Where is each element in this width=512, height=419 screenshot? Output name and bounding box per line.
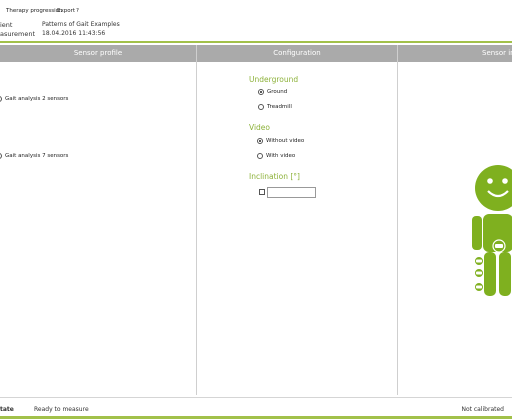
column-divider [397,45,398,395]
figure-right-leg [499,252,511,296]
menu-therapy-progression[interactable]: Therapy progression [6,8,62,14]
radio-label: With video [266,153,296,159]
video-with[interactable]: With video [257,153,295,159]
figure-head [475,165,512,211]
measurement-label: asurement [0,30,36,38]
menu-bar: Therapy progression Export ? [0,0,512,17]
calibration-status: Not calibrated [461,406,504,413]
radio-label: Gait analysis 2 sensors [5,96,69,102]
radio-indicator [0,153,2,159]
underground-treadmill[interactable]: Treadmill [258,104,292,110]
sensor-icon-hand-middle [474,268,484,278]
radio-label: Treadmill [267,104,292,110]
sensor-figure [472,165,512,296]
figure-left-leg [484,252,496,296]
status-divider [0,397,512,398]
inclination-input[interactable] [267,187,316,198]
figure-right-eye [502,178,508,184]
radio-indicator [258,104,264,110]
status-text: Ready to measure [34,406,89,413]
underground-title: Underground [249,75,299,84]
measurement-value: 18.04.2016 11:43:56 [42,30,106,37]
sensor-icon-hand-upper [474,256,484,266]
column-divider [196,45,197,395]
radio-indicator [257,138,263,144]
patient-value: Patterns of Gait Examples [42,21,120,28]
menu-export[interactable]: Export [57,8,75,14]
header-divider [0,41,512,43]
sensor-icon-hand-lower [474,282,484,292]
figure-left-eye [487,178,493,184]
radio-label: Gait analysis 7 sensors [5,153,69,159]
figure-left-arm [472,216,482,250]
status-label: tate [0,406,14,413]
patient-label: ient [0,21,13,29]
radio-label: Ground [267,89,288,95]
profile-gait-7-sensors[interactable]: Gait analysis 7 sensors [0,153,68,159]
radio-indicator [257,153,263,159]
video-without[interactable]: Without video [257,138,304,144]
radio-label: Without video [266,138,305,144]
inclination-checkbox[interactable] [259,189,265,195]
menu-help[interactable]: ? [76,8,79,14]
profile-gait-2-sensors[interactable]: Gait analysis 2 sensors [0,96,68,102]
configuration-header: Configuration [197,45,397,62]
underground-ground[interactable]: Ground [258,89,287,95]
radio-indicator [258,89,264,95]
inclination-title: Inclination [°] [249,172,300,181]
sensor-icon-torso [492,239,506,253]
sensor-info-header: Sensor in [398,45,512,62]
radio-indicator [0,96,2,102]
sensor-profile-header: Sensor profile [0,45,196,62]
video-title: Video [249,123,271,132]
